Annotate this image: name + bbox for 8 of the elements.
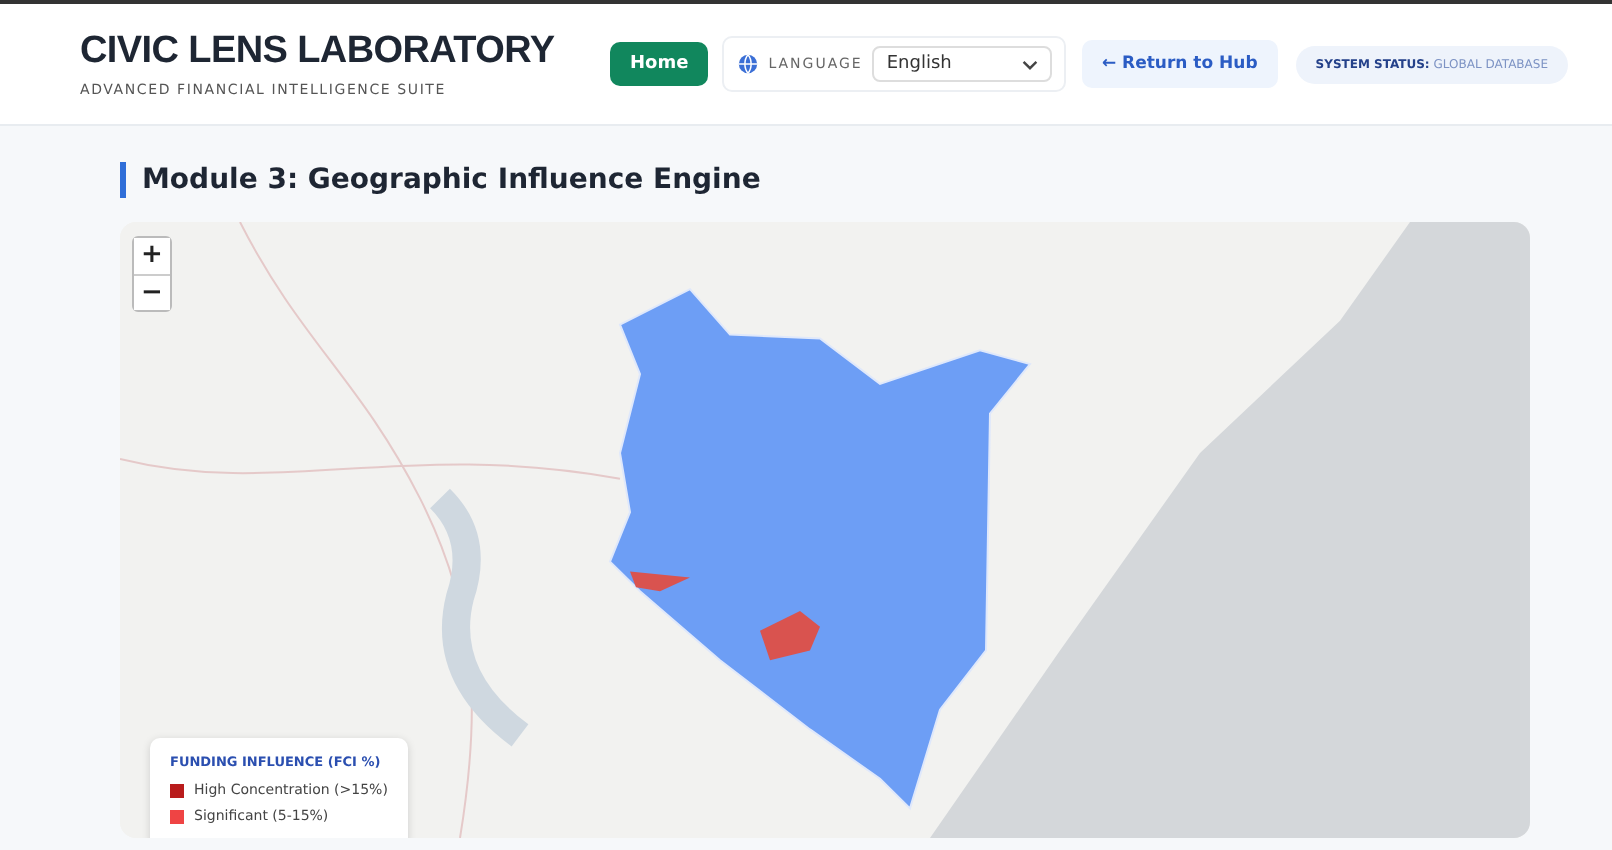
app-title: CIVIC LENS LABORATORY [80,30,557,74]
chevron-down-icon [1022,59,1039,69]
module-title: Module 3: Geographic Influence Engine [120,162,1530,198]
zoom-out-button[interactable]: − [134,274,170,310]
language-select[interactable]: English [872,46,1053,82]
globe-icon [738,54,759,74]
home-button[interactable]: Home [610,42,709,86]
return-to-hub-button[interactable]: ← Return to Hub [1081,40,1278,88]
